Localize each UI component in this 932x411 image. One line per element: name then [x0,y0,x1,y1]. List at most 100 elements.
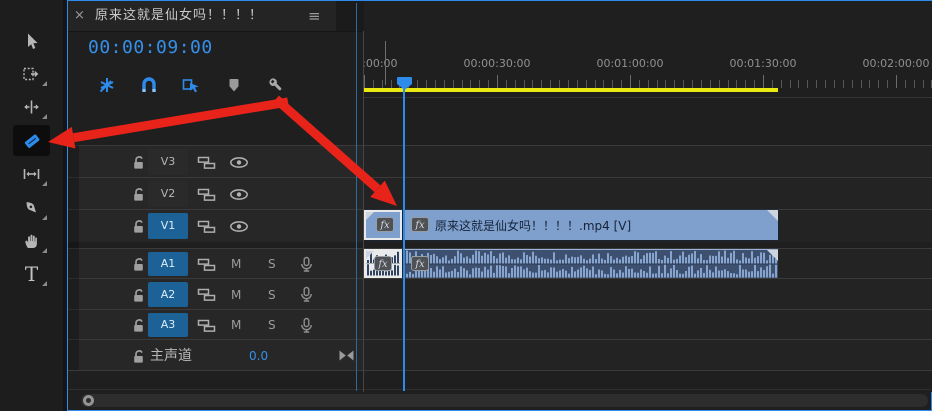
video-clip-title: 原来这就是仙女吗！！！！.mp4 [V] [435,210,631,240]
scrollbar-knob[interactable] [83,395,94,406]
ruler-tick [834,80,835,88]
solo-button[interactable]: S [268,279,276,311]
audio-clip-segment-selected[interactable]: fx [364,249,402,278]
lock-icon[interactable] [130,146,146,178]
sync-lock-icon[interactable] [196,279,216,310]
track-target-button-a1[interactable]: A1 [148,252,188,276]
ripple-edit-tool-button[interactable] [13,91,50,122]
clip-fold-corner [767,210,778,221]
ruler-tick [914,80,915,88]
sync-lock-icon[interactable] [196,310,216,340]
ruler-label: 00:01:30:00 [729,57,796,70]
playhead-line[interactable] [403,86,405,391]
playhead-marker[interactable] [397,75,412,88]
type-tool-button[interactable]: T [13,258,50,289]
ruler-label: 00:02:00:00 [862,57,929,70]
tab-close-icon[interactable]: × [74,1,85,31]
hand-tool-button[interactable] [13,225,50,256]
toggle-track-output-eye-icon[interactable] [228,210,250,242]
lock-icon[interactable] [130,178,146,210]
voiceover-mic-icon[interactable] [298,310,314,340]
track-lane-v2[interactable] [364,177,932,210]
fx-badge: fx [374,256,392,271]
sync-lock-icon[interactable] [196,146,216,178]
ruler-tick [692,80,693,88]
ruler-bottom-divider [364,97,932,98]
ruler-tick [426,80,427,88]
track-header-a3: A3 MS [68,309,363,340]
track-select-forward-tool-button[interactable] [13,58,50,89]
pen-tool-button[interactable] [13,192,50,223]
ruler-tick [648,80,649,88]
track-target-button-a3[interactable]: A3 [148,313,188,337]
track-target-button-v2[interactable]: V2 [148,181,188,207]
sync-lock-icon[interactable] [196,210,216,242]
sync-lock-icon[interactable] [196,249,216,279]
ruler-tick [577,80,578,88]
track-select-forward-tool-icon [22,64,41,83]
header-lane-divider [363,31,364,392]
master-track-label: 主声道 [150,340,192,372]
ruler-tick [657,80,658,88]
lock-icon[interactable] [130,279,146,310]
track-lane-a3[interactable] [364,309,932,340]
lock-icon[interactable] [130,210,146,242]
ruler-tick [887,80,888,88]
ruler-tick [603,80,604,88]
ruler-tick [807,80,808,88]
ruler-tick [728,80,729,88]
voiceover-mic-icon[interactable] [298,249,314,279]
mute-button[interactable]: M [231,249,241,280]
toggle-track-output-eye-icon[interactable] [228,178,250,210]
scrollbar-track[interactable] [81,394,928,407]
ruler-tick [586,80,587,88]
solo-button[interactable]: S [268,310,276,341]
track-header-a2: A2 MS [68,278,363,310]
panel-menu-icon[interactable]: ≡ [308,1,321,31]
sync-lock-icon[interactable] [196,178,216,210]
track-target-button-v1[interactable]: V1 [148,213,188,239]
selection-tool-icon [23,32,41,50]
premiere-timeline-app: T × 原来这就是仙女吗！！！！ ≡ 00:00:09:00 V3V2V1A1M… [0,0,932,411]
ruler-tick [790,80,791,88]
razor-tool-icon [21,130,43,152]
tool-flyout-indicator [42,114,47,119]
timeline-ruler[interactable]: 00:00:00:0000:00:30:0000:01:00:0000:01:3… [364,1,932,98]
tools-panel: T [0,0,63,411]
clip-fold-corner [767,250,778,261]
ruler-tick [781,80,782,88]
selection-tool-button[interactable] [13,25,50,56]
ruler-tick [364,75,365,88]
toggle-track-output-eye-icon[interactable] [228,146,250,178]
lock-icon[interactable] [130,340,146,371]
ruler-tick [816,80,817,88]
ruler-tick [710,80,711,88]
mute-button[interactable]: M [231,310,241,341]
ruler-tick [373,80,374,88]
ruler-tick [923,80,924,88]
track-header-column: V3 V2 V1 A1 MS A2 MS A3 MS 主声道 0.0 [68,31,363,390]
track-lane-a2[interactable] [364,278,932,310]
lock-icon[interactable] [130,249,146,279]
ruler-tick [550,80,551,88]
master-volume-value[interactable]: 0.0 [249,340,268,372]
voiceover-mic-icon[interactable] [298,279,314,310]
track-target-button-v3[interactable]: V3 [148,149,188,175]
solo-button[interactable]: S [268,249,276,280]
hand-tool-icon [22,231,41,250]
lock-icon[interactable] [130,310,146,340]
pan-bowtie-icon[interactable] [336,340,356,371]
audio-clip-segment[interactable]: fx [405,249,778,278]
track-target-button-a2[interactable]: A2 [148,282,188,307]
track-lane-v3[interactable] [364,145,932,178]
mute-button[interactable]: M [231,279,241,311]
slip-tool-button[interactable] [13,158,50,189]
video-clip-segment[interactable]: fx原来这就是仙女吗！！！！.mp4 [V] [405,210,778,240]
video-clip-segment-selected[interactable]: fx [364,210,402,240]
sequence-tab[interactable]: × 原来这就是仙女吗！！！！ ≡ [68,1,336,31]
guide-line [385,41,386,85]
horizontal-scrollbar[interactable] [68,389,931,410]
track-lane-master[interactable] [364,339,932,371]
razor-tool-button[interactable] [13,125,50,156]
ruler-tick [382,80,383,88]
